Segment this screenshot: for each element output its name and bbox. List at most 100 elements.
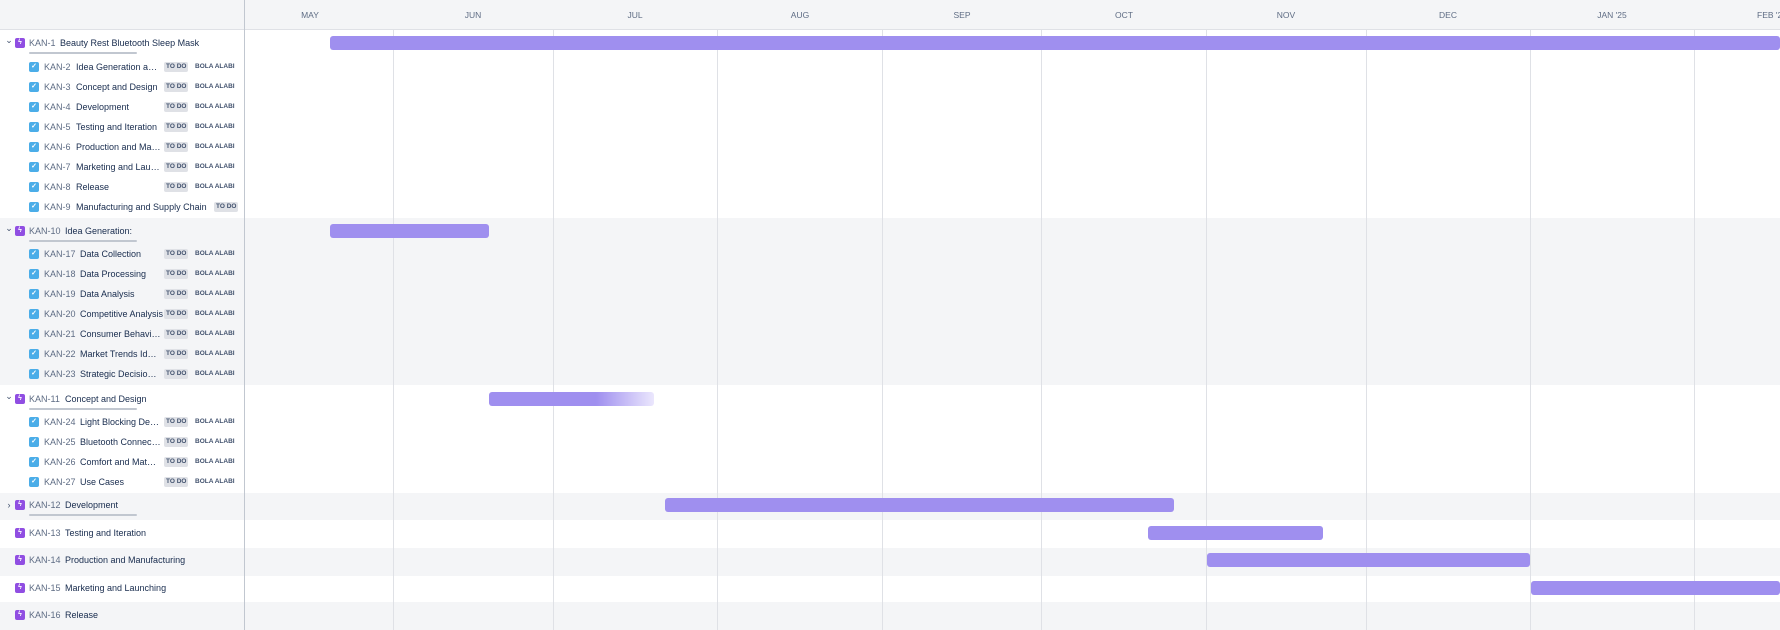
chevron-down-icon[interactable]: ⌄: [4, 224, 14, 237]
issue-key[interactable]: KAN-1: [29, 37, 56, 49]
issue-title[interactable]: Strategic Decision-Making: [80, 368, 161, 380]
task-row[interactable]: ✓ KAN-19 Data Analysis TO DO BOLA ALABI: [0, 284, 244, 304]
assignee-label[interactable]: BOLA ALABI: [195, 82, 235, 92]
status-badge[interactable]: TO DO: [164, 142, 189, 152]
assignee-label[interactable]: BOLA ALABI: [195, 142, 235, 152]
issue-key[interactable]: KAN-4: [44, 101, 71, 113]
chevron-down-icon[interactable]: ⌄: [4, 36, 14, 49]
list-divider[interactable]: [244, 0, 245, 630]
issue-title[interactable]: Light Blocking Design: [80, 416, 161, 428]
task-row[interactable]: ✓ KAN-26 Comfort and Materials TO DO BOLA AL…: [0, 452, 244, 472]
schedule-bar[interactable]: [665, 498, 1174, 512]
issue-key[interactable]: KAN-14: [29, 554, 61, 566]
issue-title[interactable]: Idea Generation and Research: [76, 61, 161, 73]
issue-title[interactable]: Production and Manufacturing: [65, 554, 185, 566]
status-badge[interactable]: TO DO: [164, 162, 189, 172]
task-row[interactable]: ✓ KAN-7 Marketing and LaunchingTO DO BOLA A…: [0, 157, 244, 177]
issue-title[interactable]: Release: [76, 181, 109, 193]
issue-title[interactable]: Development: [65, 499, 118, 511]
chevron-right-icon[interactable]: ›: [4, 499, 14, 511]
issue-title[interactable]: Use Cases: [80, 476, 124, 488]
task-row[interactable]: ✓ KAN-20 Competitive Analysis TO DO BOLA ALA…: [0, 304, 244, 324]
issue-title[interactable]: Testing and Iteration: [76, 121, 157, 133]
issue-key[interactable]: KAN-2: [44, 61, 71, 73]
task-row[interactable]: ✓ KAN-8 Release TO DO BOLA ALABI: [0, 177, 244, 197]
epic-row[interactable]: ϟ KAN-15 Marketing and Launching: [0, 578, 244, 598]
assignee-label[interactable]: BOLA ALABI: [195, 457, 235, 467]
issue-title[interactable]: Production and Manufacturing: [76, 141, 161, 153]
task-row[interactable]: ✓ KAN-25 Bluetooth Connectivity TO DO BOLA A…: [0, 432, 244, 452]
epic-row[interactable]: ⌄ ϟ KAN-11 Concept and Design: [0, 389, 244, 410]
status-badge[interactable]: TO DO: [164, 289, 189, 299]
status-badge[interactable]: TO DO: [164, 309, 189, 319]
epic-row[interactable]: ϟ KAN-13 Testing and Iteration: [0, 523, 244, 543]
issue-title[interactable]: Concept and Design: [65, 393, 147, 405]
task-row[interactable]: ✓ KAN-21 Consumer Behavior AnalysisTO DO BO…: [0, 324, 244, 344]
chevron-down-icon[interactable]: ⌄: [4, 392, 14, 405]
issue-key[interactable]: KAN-25: [44, 436, 76, 448]
task-row[interactable]: ✓ KAN-27 Use Cases TO DO BOLA ALABI: [0, 472, 244, 492]
assignee-label[interactable]: BOLA ALABI: [195, 182, 235, 192]
issue-key[interactable]: KAN-23: [44, 368, 76, 380]
epic-row[interactable]: ϟ KAN-16 Release: [0, 605, 244, 625]
task-row[interactable]: ✓ KAN-5 Testing and Iteration TO DO BOLA ALA…: [0, 117, 244, 137]
status-badge[interactable]: TO DO: [164, 329, 189, 339]
epic-row[interactable]: ⌄ ϟ KAN-1 Beauty Rest Bluetooth Sleep Mask: [0, 33, 244, 54]
issue-key[interactable]: KAN-11: [29, 393, 60, 405]
assignee-label[interactable]: BOLA ALABI: [195, 349, 235, 359]
task-row[interactable]: ✓ KAN-18 Data Processing TO DO BOLA ALABI: [0, 264, 244, 284]
issue-key[interactable]: KAN-21: [44, 328, 76, 340]
issue-title[interactable]: Idea Generation:: [65, 225, 132, 237]
assignee-label[interactable]: BOLA ALABI: [195, 249, 235, 259]
assignee-label[interactable]: BOLA ALABI: [195, 477, 235, 487]
issue-key[interactable]: KAN-26: [44, 456, 76, 468]
task-row[interactable]: ✓ KAN-24 Light Blocking Design TO DO BOLA AL…: [0, 412, 244, 432]
issue-title[interactable]: Release: [65, 609, 98, 621]
assignee-label[interactable]: BOLA ALABI: [195, 289, 235, 299]
assignee-label[interactable]: BOLA ALABI: [195, 329, 235, 339]
assignee-label[interactable]: BOLA ALABI: [195, 102, 235, 112]
assignee-label[interactable]: BOLA ALABI: [195, 162, 235, 172]
issue-title[interactable]: Bluetooth Connectivity: [80, 436, 161, 448]
schedule-bar[interactable]: [489, 392, 654, 406]
assignee-label[interactable]: BOLA ALABI: [195, 417, 235, 427]
status-badge[interactable]: TO DO: [164, 349, 189, 359]
schedule-bar[interactable]: [1207, 553, 1530, 567]
assignee-label[interactable]: BOLA ALABI: [195, 309, 235, 319]
issue-title[interactable]: Data Collection: [80, 248, 141, 260]
issue-key[interactable]: KAN-27: [44, 476, 76, 488]
task-row[interactable]: ✓ KAN-17 Data Collection TO DO BOLA ALABI: [0, 244, 244, 264]
issue-title[interactable]: Market Trends Identification: [80, 348, 161, 360]
assignee-label[interactable]: BOLA ALABI: [195, 269, 235, 279]
task-row[interactable]: ✓ KAN-23 Strategic Decision-MakingTO DO BOL…: [0, 364, 244, 384]
issue-key[interactable]: KAN-10: [29, 225, 61, 237]
task-row[interactable]: ✓ KAN-9 Manufacturing and Supply Chain TO D…: [0, 197, 244, 217]
issue-key[interactable]: KAN-24: [44, 416, 76, 428]
issue-key[interactable]: KAN-22: [44, 348, 76, 360]
epic-row[interactable]: › ϟ KAN-12 Development: [0, 495, 244, 516]
schedule-bar[interactable]: [330, 36, 1780, 50]
status-badge[interactable]: TO DO: [164, 182, 189, 192]
task-row[interactable]: ✓ KAN-2 Idea Generation and ResearchTO DO B…: [0, 57, 244, 77]
issue-title[interactable]: Marketing and Launching: [76, 161, 161, 173]
issue-title[interactable]: Data Processing: [80, 268, 146, 280]
task-row[interactable]: ✓ KAN-4 Development TO DO BOLA ALABI: [0, 97, 244, 117]
task-row[interactable]: ✓ KAN-6 Production and ManufacturingTO DO B…: [0, 137, 244, 157]
status-badge[interactable]: TO DO: [164, 477, 189, 487]
issue-title[interactable]: Consumer Behavior Analysis: [80, 328, 161, 340]
issue-title[interactable]: Manufacturing and Supply Chain: [76, 201, 207, 213]
task-row[interactable]: ✓ KAN-3 Concept and Design TO DO BOLA ALABI: [0, 77, 244, 97]
issue-key[interactable]: KAN-18: [44, 268, 76, 280]
issue-key[interactable]: KAN-19: [44, 288, 76, 300]
issue-key[interactable]: KAN-3: [44, 81, 71, 93]
issue-title[interactable]: Marketing and Launching: [65, 582, 166, 594]
issue-key[interactable]: KAN-8: [44, 181, 71, 193]
issue-title[interactable]: Comfort and Materials: [80, 456, 161, 468]
status-badge[interactable]: TO DO: [214, 202, 239, 212]
status-badge[interactable]: TO DO: [164, 269, 189, 279]
issue-key[interactable]: KAN-6: [44, 141, 71, 153]
issue-key[interactable]: KAN-17: [44, 248, 76, 260]
status-badge[interactable]: TO DO: [164, 102, 189, 112]
status-badge[interactable]: TO DO: [164, 437, 189, 447]
assignee-label[interactable]: BOLA ALABI: [195, 437, 235, 447]
